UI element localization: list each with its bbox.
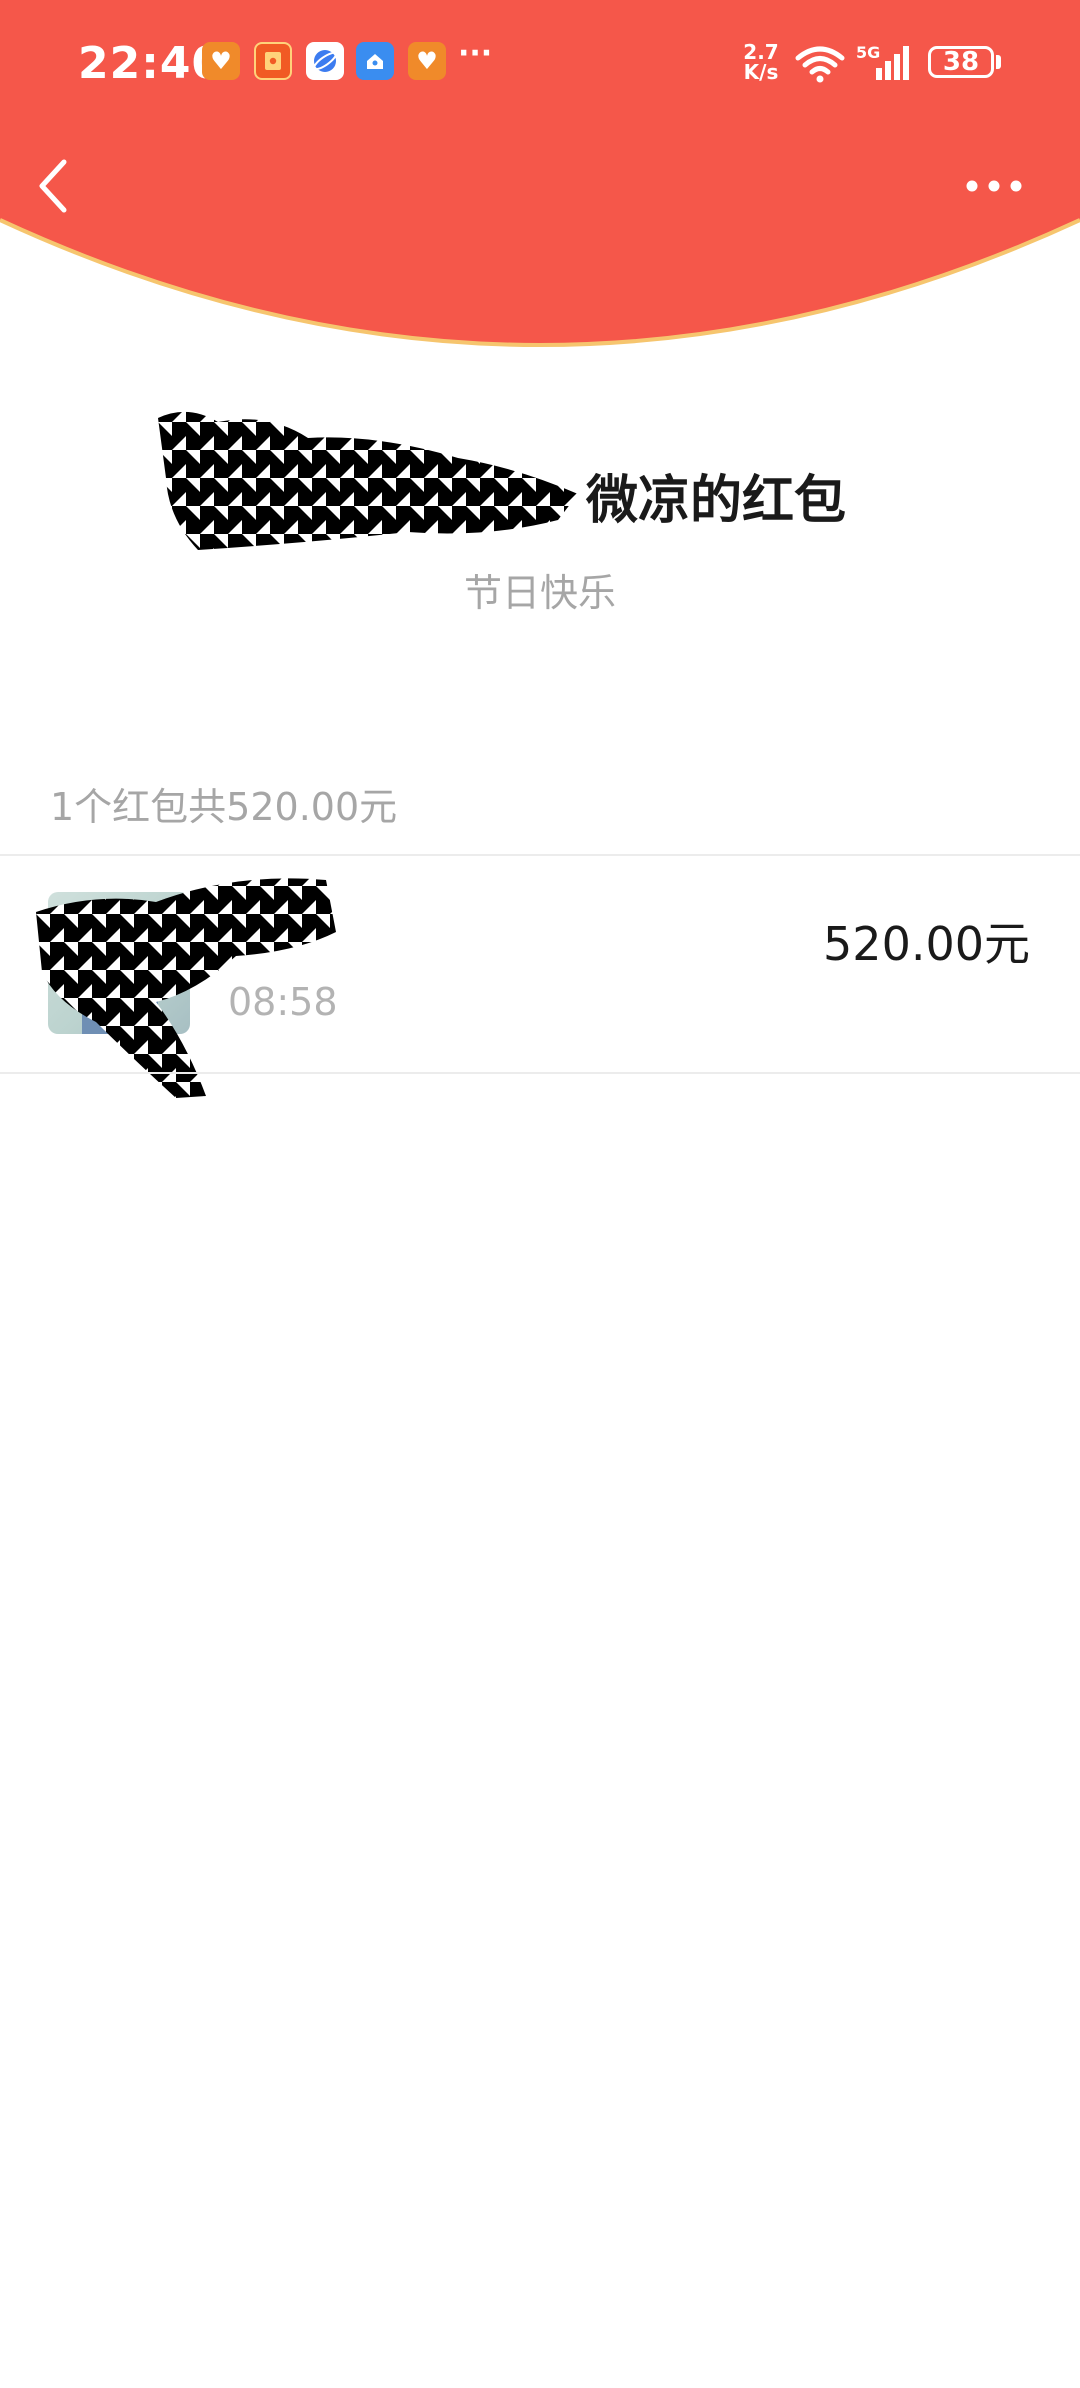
received-amount: 520.00元 bbox=[823, 917, 1030, 971]
network-speed-unit: K/s bbox=[743, 60, 779, 84]
greeting-message: 节日快乐 bbox=[463, 571, 616, 615]
red-packet-detail-screen: 22:40 ♥ ♥ ··· 2.7 K/s 5G 38 微凉的红包 节日快乐 1… bbox=[0, 0, 1080, 2388]
list-item[interactable]: 乐 08:58 520.00元 bbox=[0, 856, 1080, 1098]
redaction-scribble bbox=[36, 878, 336, 1098]
sender-title: 微凉的红包 bbox=[586, 471, 847, 531]
battery-indicator: 38 bbox=[928, 46, 994, 78]
status-bar: 22:40 ♥ ♥ ··· 2.7 K/s 5G 38 bbox=[0, 0, 1080, 130]
wifi-icon bbox=[795, 46, 845, 83]
network-speed: 2.7 K/s bbox=[738, 42, 784, 82]
battery-tip bbox=[996, 55, 1001, 69]
chevron-left-icon[interactable] bbox=[34, 156, 74, 216]
divider bbox=[0, 1072, 1080, 1074]
network-speed-value: 2.7 bbox=[743, 40, 779, 64]
packet-summary: 1个红包共520.00元 bbox=[50, 785, 398, 829]
home-app-icon bbox=[356, 42, 394, 80]
health-app-icon: ♥ bbox=[408, 42, 446, 80]
redaction-scribble bbox=[158, 411, 578, 550]
status-more-notifications: ··· bbox=[458, 36, 493, 71]
browser-app-icon bbox=[306, 42, 344, 80]
cellular-signal-icon: 5G bbox=[856, 43, 909, 80]
ellipsis-icon[interactable] bbox=[964, 176, 1024, 196]
health-app-icon: ♥ bbox=[202, 42, 240, 80]
red-packet-app-icon bbox=[254, 42, 292, 80]
network-type: 5G bbox=[856, 43, 880, 62]
